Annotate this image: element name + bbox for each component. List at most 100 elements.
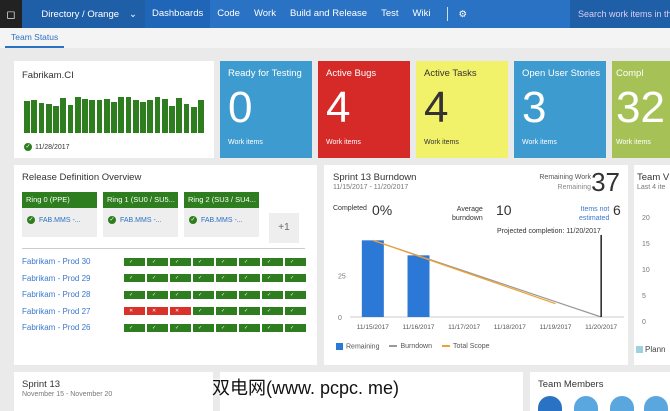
build-bar[interactable] [125,96,132,133]
legend-item[interactable]: Burndown [389,343,432,350]
build-bar[interactable] [132,99,139,133]
succeeded-environment-status[interactable]: ✓ [193,307,214,315]
succeeded-environment-status[interactable]: ✓ [285,257,306,266]
succeeded-environment-status[interactable]: ✓ [262,274,283,282]
succeeded-environment-status[interactable]: ✓ [262,257,283,266]
query-tile[interactable]: Open User Stories 3 Work items [514,61,606,158]
succeeded-environment-status[interactable]: ✓ [124,290,145,299]
build-bar[interactable] [183,103,190,133]
release-link[interactable]: FAB.MMS -... [120,217,162,224]
build-bar[interactable] [154,96,161,133]
remaining-bar[interactable] [361,240,384,317]
avatar[interactable] [610,396,634,411]
succeeded-environment-status[interactable]: ✓ [124,257,145,266]
succeeded-environment-status[interactable]: ✓ [124,274,145,282]
succeeded-environment-status[interactable]: ✓ [170,274,191,282]
succeeded-environment-status[interactable]: ✓ [193,290,214,299]
succeeded-environment-status[interactable]: ✓ [239,307,260,315]
release-link[interactable]: FAB.MMS -... [39,217,81,224]
more-rings-button[interactable]: +1 [269,213,299,243]
nav-work[interactable]: Work [247,0,283,28]
succeeded-environment-status[interactable]: ✓ [216,274,237,282]
build-bar[interactable] [74,96,81,133]
nav-code[interactable]: Code [210,0,247,28]
succeeded-environment-status[interactable]: ✓ [147,274,168,282]
tab-team-status[interactable]: Team Status [5,28,65,48]
succeeded-environment-status[interactable]: ✓ [170,323,191,332]
succeeded-environment-status[interactable]: ✓ [147,290,168,299]
succeeded-environment-status[interactable]: ✓ [170,257,191,266]
build-bar[interactable] [161,98,168,133]
succeeded-environment-status[interactable]: ✓ [216,323,237,332]
build-bar[interactable] [103,98,110,133]
search-input[interactable]: Search work items in this [570,0,670,28]
release-link[interactable]: Fabrikam - Prod 26 [22,323,122,332]
legend-item[interactable]: Total Scope [442,343,490,350]
logo-icon[interactable]: ◻ [0,0,22,28]
failed-environment-status[interactable]: ✕ [124,307,145,315]
succeeded-environment-status[interactable]: ✓ [285,274,306,282]
succeeded-environment-status[interactable]: ✓ [285,323,306,332]
build-bar[interactable] [89,100,96,133]
succeeded-environment-status[interactable]: ✓ [262,290,283,299]
query-tile[interactable]: Ready for Testing 0 Work items [220,61,312,158]
environment-card[interactable]: Ring 2 (SU3 / SU4... ✓ FAB.MMS -... [184,192,259,237]
release-link[interactable]: Fabrikam - Prod 30 [22,257,122,266]
query-tile[interactable]: Active Tasks 4 Work items [416,61,508,158]
gear-icon[interactable]: ⚙ [458,9,467,20]
succeeded-environment-status[interactable]: ✓ [285,290,306,299]
succeeded-environment-status[interactable]: ✓ [193,257,214,266]
failed-environment-status[interactable]: ✕ [170,307,191,315]
build-widget[interactable]: Fabrikam.CI ✓ 11/28/2017 [14,61,214,158]
succeeded-environment-status[interactable]: ✓ [193,323,214,332]
succeeded-environment-status[interactable]: ✓ [147,323,168,332]
succeeded-environment-status[interactable]: ✓ [239,323,260,332]
release-link[interactable]: FAB.MMS -... [201,217,243,224]
build-bar[interactable] [53,105,59,133]
nav-dashboards[interactable]: Dashboards [145,0,211,28]
failed-environment-status[interactable]: ✕ [147,307,168,315]
release-link[interactable]: Fabrikam - Prod 29 [22,274,122,283]
query-tile[interactable]: Compl 32 Work items [612,61,670,158]
succeeded-environment-status[interactable]: ✓ [216,257,237,266]
succeeded-environment-status[interactable]: ✓ [124,323,145,332]
succeeded-environment-status[interactable]: ✓ [170,290,191,299]
build-bar[interactable] [82,98,88,133]
build-bar[interactable] [176,97,183,133]
build-bar[interactable] [169,105,175,133]
build-bar[interactable] [140,102,146,133]
avatar[interactable] [644,396,668,411]
succeeded-environment-status[interactable]: ✓ [285,307,306,315]
succeeded-environment-status[interactable]: ✓ [262,307,283,315]
build-bar[interactable] [96,100,103,133]
succeeded-environment-status[interactable]: ✓ [239,257,260,266]
query-tile[interactable]: Active Bugs 4 Work items [318,61,410,158]
release-link[interactable]: Fabrikam - Prod 28 [22,290,122,299]
build-bar[interactable] [31,100,38,133]
succeeded-environment-status[interactable]: ✓ [239,274,260,282]
build-bar[interactable] [24,101,30,133]
avatar[interactable] [538,396,562,411]
build-bar[interactable] [198,100,204,133]
build-bar[interactable] [118,96,125,133]
remaining-bar[interactable] [407,255,430,317]
build-bar[interactable] [147,99,154,133]
build-bar[interactable] [111,102,117,133]
succeeded-environment-status[interactable]: ✓ [147,257,168,266]
release-link[interactable]: Fabrikam - Prod 27 [22,307,122,316]
build-bar[interactable] [60,97,67,133]
build-bar[interactable] [38,103,45,133]
nav-test[interactable]: Test [374,0,405,28]
nav-build-and-release[interactable]: Build and Release [283,0,374,28]
avatar[interactable] [574,396,598,411]
succeeded-environment-status[interactable]: ✓ [216,290,237,299]
build-bar[interactable] [190,106,197,133]
succeeded-environment-status[interactable]: ✓ [193,274,214,282]
succeeded-environment-status[interactable]: ✓ [239,290,260,299]
build-bar[interactable] [45,103,52,133]
succeeded-environment-status[interactable]: ✓ [216,307,237,315]
environment-card[interactable]: Ring 1 (SU0 / SU5... ✓ FAB.MMS -... [103,192,178,237]
legend-item[interactable]: Remaining [336,343,379,350]
build-bar[interactable] [67,105,74,133]
project-selector[interactable]: Directory / Orange ⌄ [22,0,145,28]
